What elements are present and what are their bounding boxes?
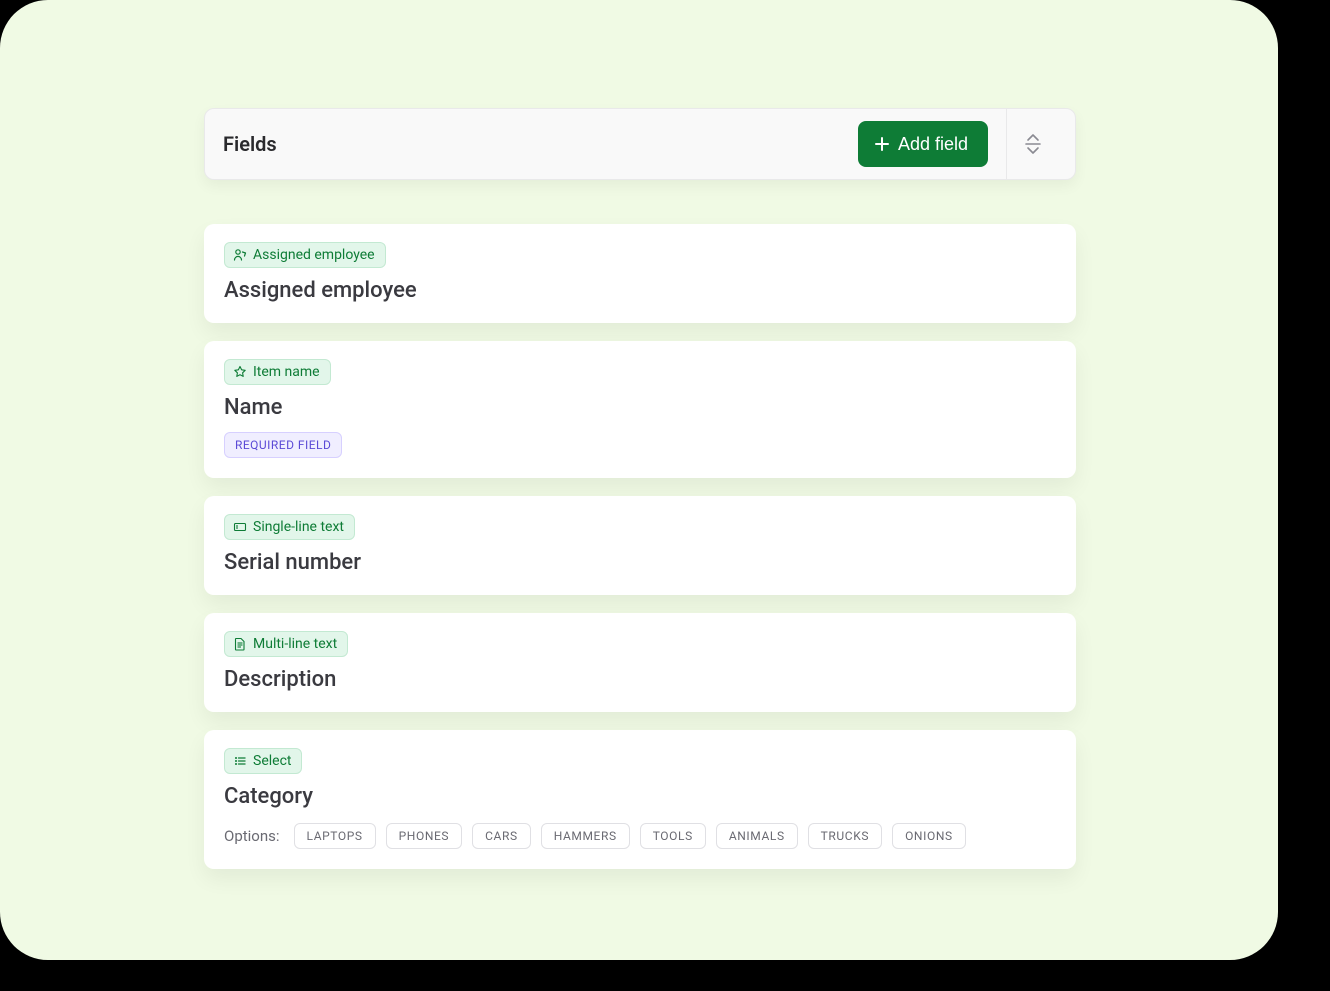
field-type-label: Multi-line text bbox=[253, 636, 337, 652]
field-type-label: Assigned employee bbox=[253, 247, 375, 263]
user-icon bbox=[233, 248, 247, 262]
field-name: Description bbox=[224, 667, 1056, 692]
field-card[interactable]: Assigned employee Assigned employee bbox=[204, 224, 1076, 323]
doc-icon bbox=[233, 637, 247, 651]
options-row: Options: LAPTOPS PHONES CARS HAMMERS TOOLS ANI… bbox=[224, 823, 1056, 849]
required-badge: REQUIRED FIELD bbox=[224, 432, 342, 458]
add-field-label: Add field bbox=[898, 134, 968, 155]
field-name: Serial number bbox=[224, 550, 1056, 575]
reorder-button[interactable] bbox=[1007, 121, 1059, 167]
sort-arrows-icon bbox=[1023, 133, 1043, 155]
field-name: Assigned employee bbox=[224, 278, 1056, 303]
field-name: Name bbox=[224, 395, 1056, 420]
page-canvas: Fields Add field Assigned employeeAssign… bbox=[0, 0, 1278, 960]
option-chip: LAPTOPS bbox=[294, 823, 376, 849]
option-chip: TRUCKS bbox=[808, 823, 882, 849]
option-chip: TOOLS bbox=[640, 823, 706, 849]
list-icon bbox=[233, 754, 247, 768]
header-title: Fields bbox=[223, 132, 858, 156]
option-chip: ANIMALS bbox=[716, 823, 798, 849]
option-chip: CARS bbox=[472, 823, 531, 849]
content-area: Fields Add field Assigned employeeAssign… bbox=[204, 108, 1076, 887]
fields-header: Fields Add field bbox=[204, 108, 1076, 180]
field-card[interactable]: Select Category Options: LAPTOPS PHONES CARS H… bbox=[204, 730, 1076, 869]
star-icon bbox=[233, 365, 247, 379]
field-type-pill: Select bbox=[224, 748, 302, 774]
plus-icon bbox=[874, 136, 890, 152]
field-type-pill: Single-line text bbox=[224, 514, 355, 540]
text-line-icon bbox=[233, 520, 247, 534]
option-chip: PHONES bbox=[386, 823, 463, 849]
add-field-button[interactable]: Add field bbox=[858, 121, 988, 167]
field-type-pill: Multi-line text bbox=[224, 631, 348, 657]
field-card[interactable]: Item name Name REQUIRED FIELD bbox=[204, 341, 1076, 478]
field-name: Category bbox=[224, 784, 1056, 809]
field-type-label: Select bbox=[253, 753, 291, 769]
field-type-pill: Assigned employee bbox=[224, 242, 386, 268]
field-card[interactable]: Single-line text Serial number bbox=[204, 496, 1076, 595]
field-type-label: Item name bbox=[253, 364, 320, 380]
field-card[interactable]: Multi-line text Description bbox=[204, 613, 1076, 712]
option-chip: HAMMERS bbox=[541, 823, 630, 849]
field-type-label: Single-line text bbox=[253, 519, 344, 535]
option-chip: ONIONS bbox=[892, 823, 966, 849]
fields-list: Assigned employee Assigned employee Item n… bbox=[204, 224, 1076, 869]
field-type-pill: Item name bbox=[224, 359, 331, 385]
options-label: Options: bbox=[224, 827, 280, 845]
